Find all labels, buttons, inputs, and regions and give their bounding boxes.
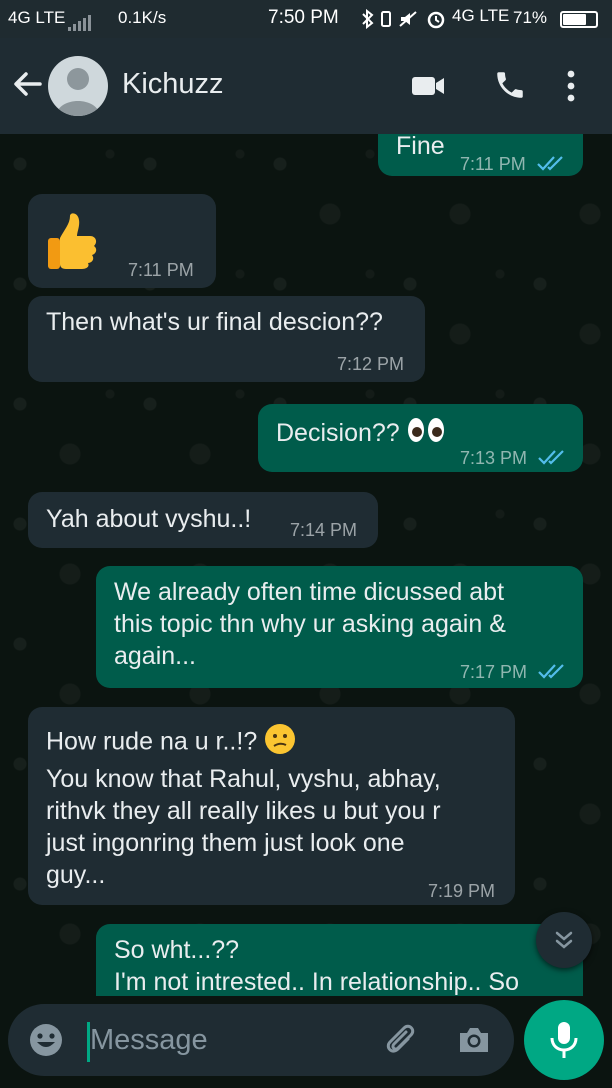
message-time: 7:17 PM xyxy=(460,656,568,689)
message-bubble-outgoing[interactable]: So wht...?? I'm not intrested.. In relat… xyxy=(96,924,583,996)
message-time: 7:11 PM xyxy=(460,148,567,181)
input-bar: Message xyxy=(0,996,612,1088)
avatar[interactable] xyxy=(48,56,108,116)
message-time: 7:19 PM xyxy=(428,881,496,901)
chat-area[interactable]: Fine 7:11 PM 7:11 PM Then what's ur fina… xyxy=(0,134,612,996)
eyes-icon xyxy=(407,417,445,451)
arrow-left-icon[interactable] xyxy=(12,68,44,100)
message-bubble-outgoing[interactable]: Decision?? 7:13 PM xyxy=(258,404,583,472)
emoji-icon[interactable] xyxy=(28,1022,64,1063)
battery-icon xyxy=(556,9,598,29)
mute-icon xyxy=(398,9,418,34)
network-left-label: 4G LTE xyxy=(8,8,66,27)
status-bar: 4G LTE 0.1K/s 7:50 PM 4G LTE 71% xyxy=(0,0,612,38)
paperclip-icon[interactable] xyxy=(382,1022,418,1063)
scroll-to-bottom-button[interactable] xyxy=(536,912,592,968)
data-speed-label: 0.1K/s xyxy=(118,8,167,27)
chat-header: Kichuzz xyxy=(0,38,612,134)
message-time: 7:14 PM xyxy=(290,520,358,540)
phone-icon[interactable] xyxy=(493,68,529,104)
message-bubble-incoming[interactable]: 7:11 PM xyxy=(28,194,216,288)
more-vert-icon[interactable] xyxy=(556,68,586,104)
double-chevron-down-icon xyxy=(552,928,576,957)
message-time: 7:12 PM xyxy=(337,354,405,374)
video-camera-icon[interactable] xyxy=(410,68,446,104)
message-text: Then what's ur final descion?? xyxy=(46,308,383,336)
message-time: 7:11 PM xyxy=(128,260,194,280)
mic-icon xyxy=(546,1020,582,1065)
message-text: Yah about vyshu..! xyxy=(46,505,252,533)
message-input[interactable]: Message xyxy=(90,1024,208,1057)
network-right-label: 4G LTE xyxy=(452,6,510,25)
double-check-icon xyxy=(538,443,568,475)
message-text: Fine xyxy=(396,134,445,160)
confused-face-icon xyxy=(264,723,296,763)
thumbs-up-icon xyxy=(46,212,98,278)
message-bubble-outgoing[interactable]: Fine 7:11 PM xyxy=(378,134,583,176)
mic-button[interactable] xyxy=(524,1000,604,1080)
contact-name[interactable]: Kichuzz xyxy=(122,68,224,101)
clock-label: 7:50 PM xyxy=(268,7,339,28)
message-time: 7:13 PM xyxy=(460,442,568,475)
message-bubble-incoming[interactable]: How rude na u r..!? You know that Rahul,… xyxy=(28,707,515,905)
message-bubble-incoming[interactable]: Yah about vyshu..! 7:14 PM xyxy=(28,492,378,548)
double-check-icon xyxy=(536,149,567,181)
message-text: How rude na u r..!? You know that Rahul,… xyxy=(46,723,441,891)
vibrate-icon xyxy=(378,9,394,34)
message-text: We already often time dicussed abt this … xyxy=(114,578,506,670)
message-text: So wht...?? I'm not intrested.. In relat… xyxy=(114,936,519,996)
message-box[interactable]: Message xyxy=(8,1004,514,1076)
message-bubble-incoming[interactable]: Then what's ur final descion?? 7:12 PM xyxy=(28,296,425,382)
battery-percent-label: 71% xyxy=(513,8,548,27)
alarm-icon xyxy=(426,9,446,34)
camera-icon[interactable] xyxy=(456,1022,492,1063)
message-text: Decision?? xyxy=(276,417,445,451)
signal-icon xyxy=(64,10,91,31)
bluetooth-icon xyxy=(360,8,376,34)
double-check-icon xyxy=(538,657,568,689)
message-bubble-outgoing[interactable]: We already often time dicussed abt this … xyxy=(96,566,583,688)
